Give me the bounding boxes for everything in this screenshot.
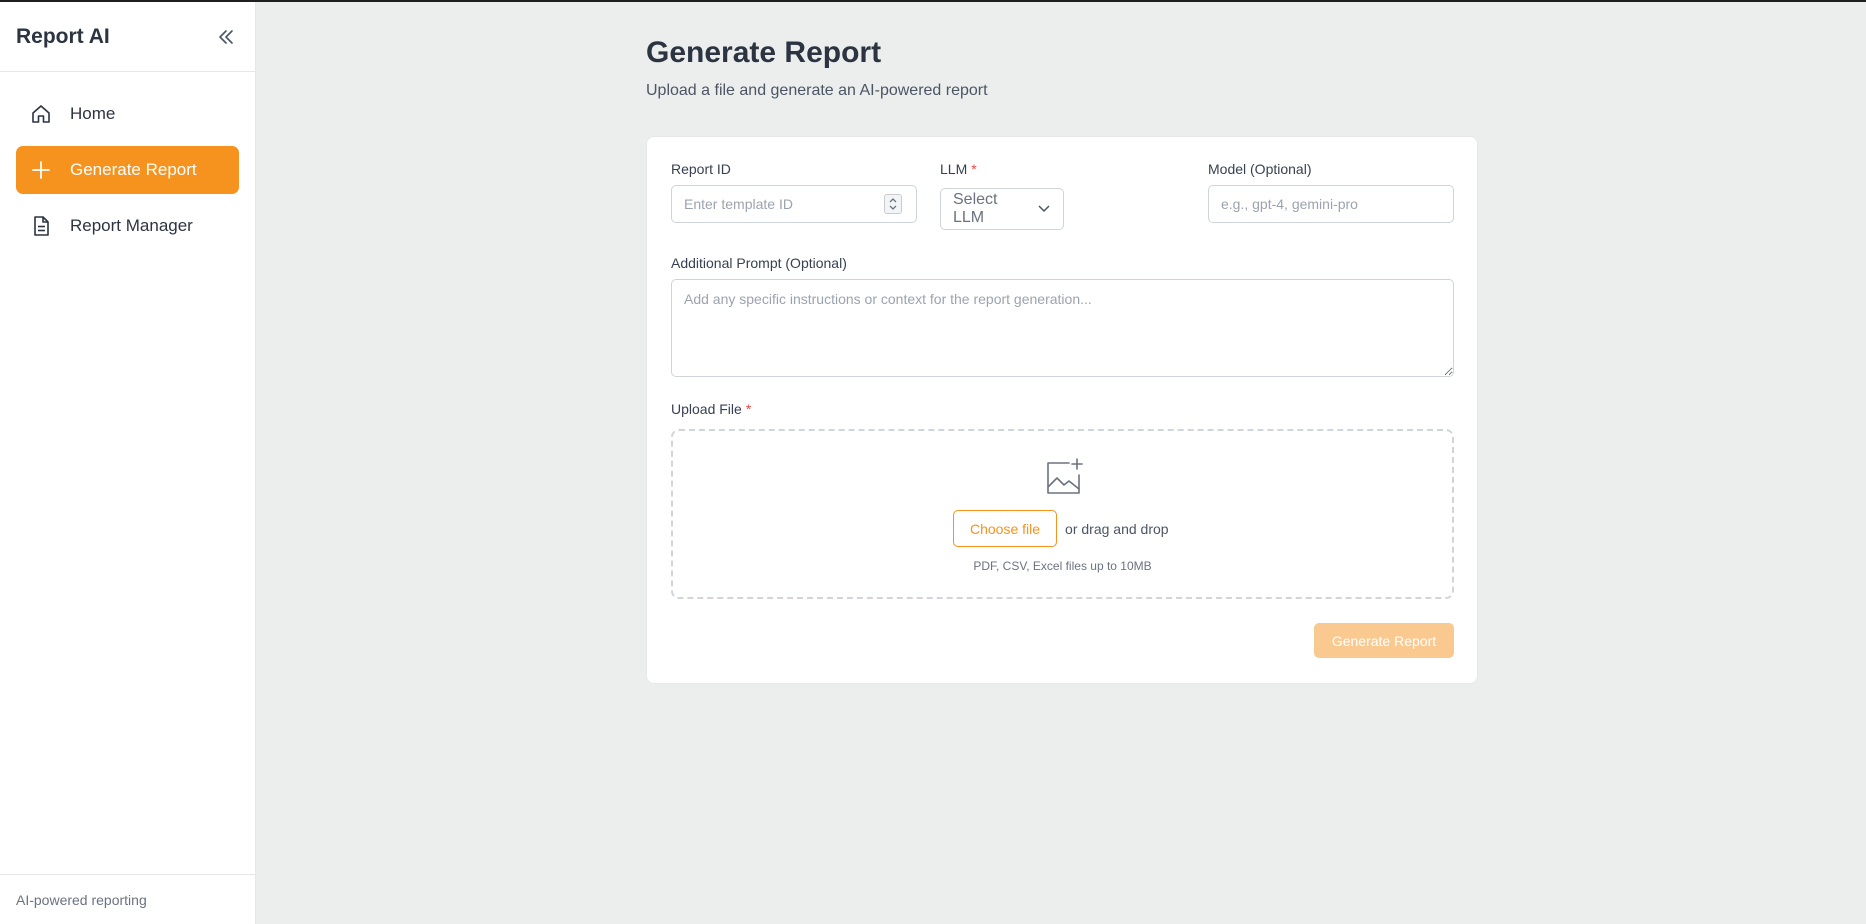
- page-title: Generate Report: [646, 36, 882, 69]
- sidebar: Report AI Home Generate Report Report Ma…: [0, 2, 256, 924]
- chevron-down-icon: [1038, 205, 1050, 213]
- report-id-label: Report ID: [671, 161, 731, 177]
- plus-icon: [30, 159, 52, 181]
- sidebar-item-label: Home: [70, 104, 116, 123]
- llm-selected-value: Select LLM: [953, 191, 998, 226]
- model-input[interactable]: [1208, 185, 1454, 223]
- brand-title: Report AI: [16, 24, 110, 48]
- upload-actions: Choose file or drag and drop: [953, 510, 1169, 547]
- sidebar-item-report-manager[interactable]: Report Manager: [16, 202, 239, 250]
- prompt-textarea[interactable]: [671, 279, 1454, 377]
- image-add-icon: [1047, 458, 1083, 494]
- sidebar-item-home[interactable]: Home: [16, 90, 239, 138]
- generate-report-button[interactable]: Generate Report: [1314, 623, 1454, 658]
- upload-hint: PDF, CSV, Excel files up to 10MB: [973, 559, 1152, 573]
- sidebar-nav: Home Generate Report Report Manager: [0, 72, 255, 250]
- llm-select[interactable]: Select LLM: [940, 188, 1064, 230]
- llm-label: LLM *: [940, 161, 977, 177]
- drag-drop-text: or drag and drop: [1065, 520, 1169, 537]
- sidebar-item-label: Report Manager: [70, 216, 193, 235]
- upload-label: Upload File *: [671, 401, 751, 417]
- footer-text: AI-powered reporting: [16, 891, 147, 908]
- upload-label-text: Upload File: [671, 401, 742, 417]
- prompt-label: Additional Prompt (Optional): [671, 255, 847, 271]
- sidebar-footer: AI-powered reporting: [0, 874, 255, 924]
- llm-label-text: LLM: [940, 161, 968, 177]
- choose-file-button[interactable]: Choose file: [953, 510, 1058, 547]
- model-label: Model (Optional): [1208, 161, 1312, 177]
- collapse-sidebar-button[interactable]: [213, 24, 239, 50]
- stepper-arrows-icon: [889, 198, 897, 210]
- document-icon: [30, 215, 52, 237]
- number-stepper[interactable]: [884, 194, 902, 214]
- double-chevron-left-icon: [219, 29, 233, 44]
- generate-report-form: Report ID LLM* Select LLM Model (Optiona…: [646, 136, 1478, 684]
- file-dropzone[interactable]: Choose file or drag and drop PDF, CSV, E…: [671, 429, 1454, 599]
- page-subtitle: Upload a file and generate an AI-powered…: [646, 82, 988, 99]
- sidebar-item-label: Generate Report: [70, 160, 197, 179]
- required-mark: *: [745, 401, 752, 417]
- required-mark: *: [971, 161, 977, 177]
- home-icon: [30, 103, 52, 125]
- report-id-input[interactable]: [671, 185, 917, 223]
- sidebar-item-generate-report[interactable]: Generate Report: [16, 146, 239, 194]
- sidebar-header: Report AI: [0, 2, 255, 72]
